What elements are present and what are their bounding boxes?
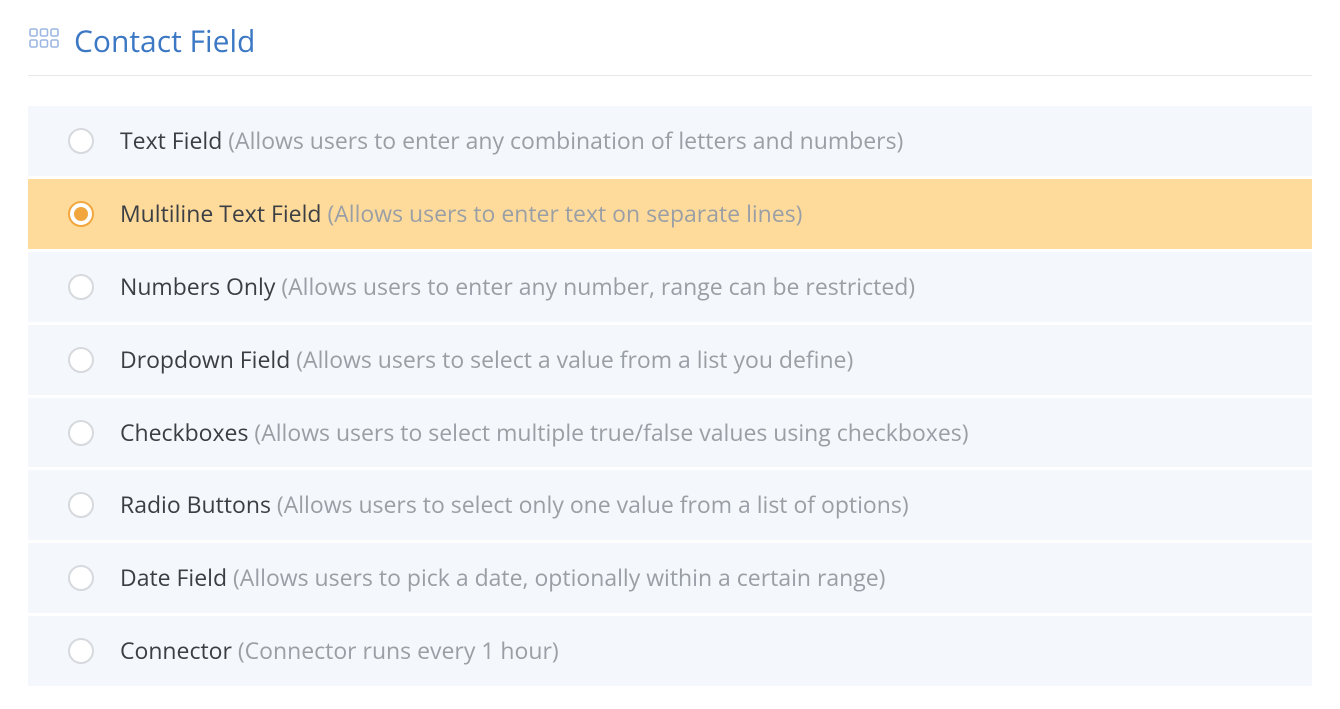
option-text-wrap: Checkboxes (Allows users to select multi… — [120, 418, 969, 448]
option-desc: (Allows users to select only one value f… — [277, 488, 909, 520]
field-type-list: Text Field (Allows users to enter any co… — [28, 106, 1312, 689]
page-header: Contact Field — [28, 20, 1312, 76]
option-desc: (Allows users to enter text on separate … — [327, 197, 802, 229]
radio-icon — [68, 420, 94, 446]
option-text-wrap: Date Field (Allows users to pick a date,… — [120, 563, 885, 593]
option-desc: (Allows users to pick a date, optionally… — [233, 561, 885, 593]
radio-icon — [68, 638, 94, 664]
radio-icon — [68, 128, 94, 154]
grid-icon — [28, 25, 60, 57]
option-text-wrap: Numbers Only (Allows users to enter any … — [120, 272, 915, 302]
field-option-radio-buttons[interactable]: Radio Buttons (Allows users to select on… — [28, 470, 1312, 543]
option-name: Dropdown Field — [120, 343, 290, 375]
option-text-wrap: Dropdown Field (Allows users to select a… — [120, 345, 853, 375]
field-option-dropdown[interactable]: Dropdown Field (Allows users to select a… — [28, 325, 1312, 398]
option-text-wrap: Text Field (Allows users to enter any co… — [120, 126, 903, 156]
option-text-wrap: Radio Buttons (Allows users to select on… — [120, 490, 909, 520]
option-desc: (Connector runs every 1 hour) — [238, 634, 559, 666]
option-desc: (Allows users to enter any number, range… — [281, 270, 915, 302]
field-option-connector[interactable]: Connector (Connector runs every 1 hour) — [28, 616, 1312, 689]
option-name: Text Field — [120, 124, 222, 156]
option-name: Checkboxes — [120, 416, 248, 448]
radio-icon — [68, 565, 94, 591]
radio-icon — [68, 492, 94, 518]
radio-icon — [68, 347, 94, 373]
radio-icon — [68, 274, 94, 300]
option-text-wrap: Connector (Connector runs every 1 hour) — [120, 636, 559, 666]
option-name: Date Field — [120, 561, 227, 593]
field-option-multiline-text[interactable]: Multiline Text Field (Allows users to en… — [28, 179, 1312, 252]
field-option-checkboxes[interactable]: Checkboxes (Allows users to select multi… — [28, 398, 1312, 471]
option-name: Multiline Text Field — [120, 197, 321, 229]
field-option-numbers-only[interactable]: Numbers Only (Allows users to enter any … — [28, 252, 1312, 325]
field-option-text[interactable]: Text Field (Allows users to enter any co… — [28, 106, 1312, 179]
option-desc: (Allows users to select multiple true/fa… — [254, 416, 968, 448]
radio-icon — [68, 201, 94, 227]
option-name: Radio Buttons — [120, 488, 271, 520]
option-text-wrap: Multiline Text Field (Allows users to en… — [120, 199, 802, 229]
option-desc: (Allows users to select a value from a l… — [296, 343, 853, 375]
page-title: Contact Field — [74, 20, 255, 61]
option-name: Connector — [120, 634, 232, 666]
option-name: Numbers Only — [120, 270, 275, 302]
option-desc: (Allows users to enter any combination o… — [228, 124, 903, 156]
field-option-date[interactable]: Date Field (Allows users to pick a date,… — [28, 543, 1312, 616]
